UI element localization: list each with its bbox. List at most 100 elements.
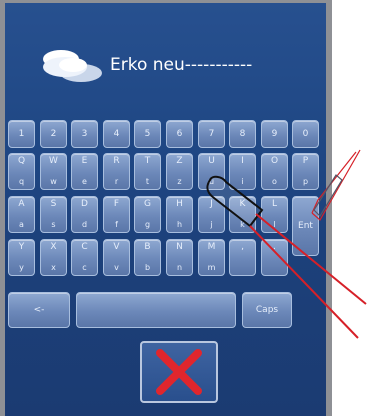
key-space[interactable]: [76, 292, 236, 328]
key-d[interactable]: Dd: [71, 196, 98, 233]
key-o[interactable]: Oo: [261, 153, 288, 190]
touch-screen: Erko neu----------- 1234567890QqWwEeRrTt…: [5, 3, 326, 416]
key-label: Ent: [298, 221, 313, 231]
key-6[interactable]: 6: [166, 120, 193, 148]
key-0[interactable]: 0: [292, 120, 319, 148]
key-label: 8: [239, 129, 246, 139]
key-label-upper: I: [241, 156, 244, 166]
key-label-upper: T: [144, 156, 151, 166]
key-label-lower: n: [176, 263, 183, 272]
key-label-upper: A: [18, 199, 25, 209]
device-frame: Erko neu----------- 1234567890QqWwEeRrTt…: [0, 0, 332, 416]
key-label: 1: [18, 129, 25, 139]
key-r[interactable]: Rr: [103, 153, 130, 190]
key-t[interactable]: Tt: [134, 153, 161, 190]
key-label-upper: L: [271, 199, 277, 209]
key-3[interactable]: 3: [71, 120, 98, 148]
key-l[interactable]: Ll: [261, 196, 288, 233]
key-label: 9: [271, 129, 278, 139]
key-a[interactable]: Aa: [8, 196, 35, 233]
key-label-lower: e: [82, 177, 87, 186]
key-label-lower: r: [114, 177, 119, 186]
key-c[interactable]: Cc: [71, 239, 98, 276]
key-label-upper: ,: [241, 242, 244, 252]
key-label: Caps: [255, 305, 279, 315]
key-label-upper: B: [144, 242, 151, 252]
key-label: 4: [113, 129, 120, 139]
key-4[interactable]: 4: [103, 120, 130, 148]
key-7[interactable]: 7: [198, 120, 225, 148]
key-label: 5: [144, 129, 151, 139]
key-x[interactable]: Xx: [40, 239, 67, 276]
key-s[interactable]: Ss: [40, 196, 67, 233]
key-label-lower: d: [81, 220, 88, 229]
key-label-lower: a: [19, 220, 24, 229]
key-sym8[interactable]: .: [261, 239, 288, 276]
key-label-lower: y: [19, 263, 24, 272]
key-label-upper: C: [81, 242, 88, 252]
key-z[interactable]: Zz: [166, 153, 193, 190]
key-label: <-: [33, 305, 45, 315]
key-backspace[interactable]: <-: [8, 292, 70, 328]
key-5[interactable]: 5: [134, 120, 161, 148]
key-h[interactable]: Hh: [166, 196, 193, 233]
key-label-upper: O: [270, 156, 279, 166]
key-label-lower: h: [176, 220, 183, 229]
cancel-x-icon: [156, 349, 202, 395]
key-label-upper: J: [210, 199, 213, 209]
key-label-lower: f: [115, 220, 118, 229]
key-label-upper: P: [302, 156, 309, 166]
key-e[interactable]: Ee: [71, 153, 98, 190]
key-label-lower: i: [241, 177, 244, 186]
key-label-upper: K: [239, 199, 246, 209]
key-enter[interactable]: Ent: [292, 196, 319, 256]
key-9[interactable]: 9: [261, 120, 288, 148]
key-label-lower: m: [207, 263, 216, 272]
key-label-upper: S: [50, 199, 57, 209]
key-label-upper: N: [176, 242, 183, 252]
key-label-lower: z: [177, 177, 182, 186]
key-label: 3: [81, 129, 88, 139]
key-1[interactable]: 1: [8, 120, 35, 148]
key-n[interactable]: Nn: [166, 239, 193, 276]
on-screen-keyboard: 1234567890QqWwEeRrTtZzUuIiOoPpAaSsDdFfGg…: [8, 120, 326, 350]
key-caps[interactable]: Caps: [242, 292, 292, 328]
key-label: 2: [50, 129, 57, 139]
key-i[interactable]: Ii: [229, 153, 256, 190]
key-label-upper: F: [113, 199, 120, 209]
key-8[interactable]: 8: [229, 120, 256, 148]
key-sym7[interactable]: ,: [229, 239, 256, 276]
key-label-upper: Y: [18, 242, 25, 252]
key-2[interactable]: 2: [40, 120, 67, 148]
key-q[interactable]: Qq: [8, 153, 35, 190]
key-label-lower: p: [302, 177, 309, 186]
key-y[interactable]: Yy: [8, 239, 35, 276]
key-g[interactable]: Gg: [134, 196, 161, 233]
key-label-lower: j: [210, 220, 213, 229]
key-label-lower: l: [273, 220, 276, 229]
key-label-upper: D: [81, 199, 88, 209]
key-w[interactable]: Ww: [40, 153, 67, 190]
key-label-upper: E: [81, 156, 88, 166]
key-label-lower: v: [114, 263, 119, 272]
key-label: 7: [208, 129, 215, 139]
key-j[interactable]: Jj: [198, 196, 225, 233]
key-u[interactable]: Uu: [198, 153, 225, 190]
key-k[interactable]: Kk: [229, 196, 256, 233]
key-label-lower: c: [82, 263, 87, 272]
cancel-button[interactable]: [140, 341, 218, 403]
key-label-lower: b: [144, 263, 151, 272]
key-label-upper: R: [113, 156, 120, 166]
key-label-upper: W: [49, 156, 58, 166]
key-label-lower: q: [18, 177, 25, 186]
key-m[interactable]: Mm: [198, 239, 225, 276]
key-v[interactable]: Vv: [103, 239, 130, 276]
key-f[interactable]: Ff: [103, 196, 130, 233]
header: Erko neu-----------: [5, 3, 326, 113]
key-b[interactable]: Bb: [134, 239, 161, 276]
key-label-upper: M: [207, 242, 216, 252]
key-label-upper: X: [50, 242, 57, 252]
key-p[interactable]: Pp: [292, 153, 319, 190]
key-label: 0: [302, 129, 309, 139]
key-label-upper: .: [273, 242, 276, 252]
